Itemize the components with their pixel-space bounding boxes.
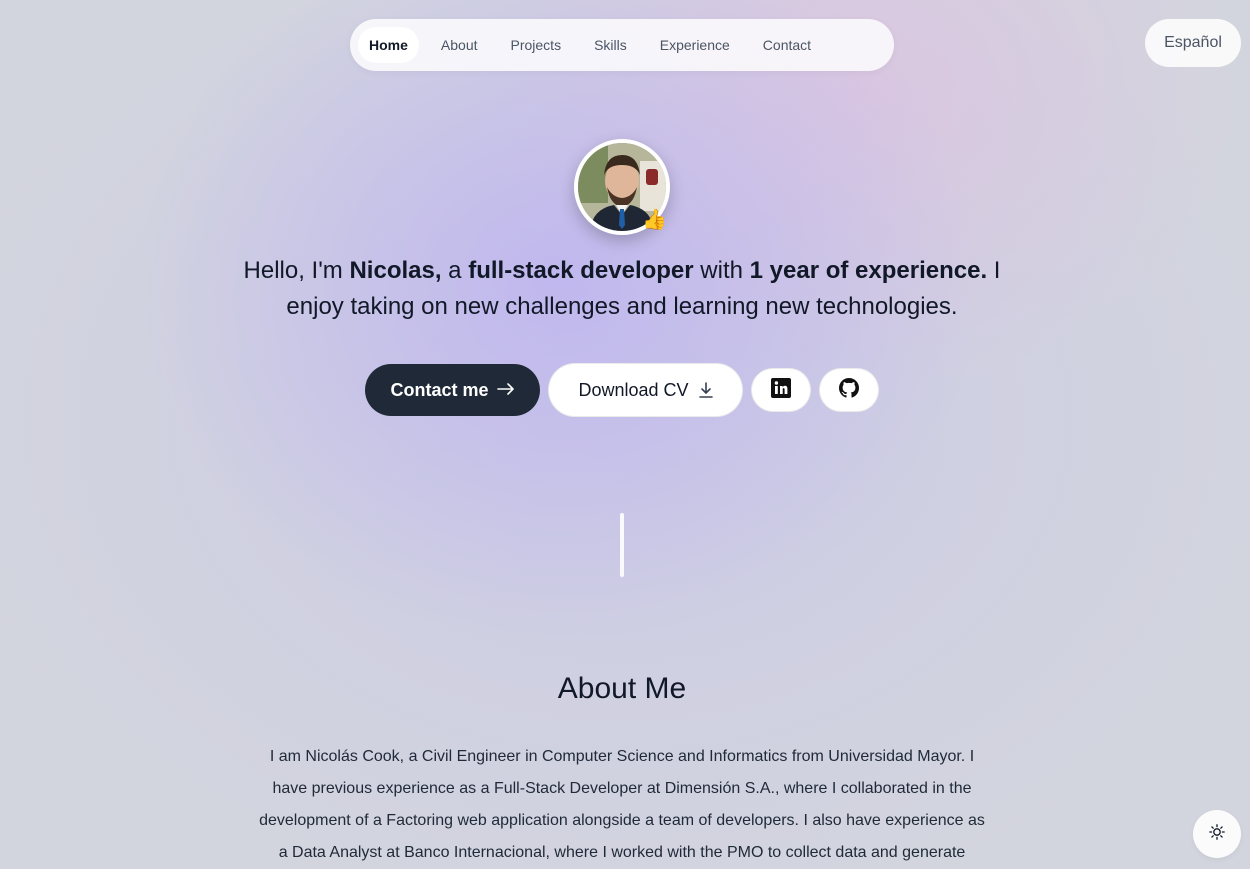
github-icon: [839, 377, 859, 403]
intro-mid-2: with: [693, 257, 750, 284]
hero-role: full-stack developer: [468, 257, 694, 284]
download-cv-button[interactable]: Download CV: [548, 363, 743, 417]
contact-me-label: Contact me: [390, 379, 489, 400]
about-section-title: About Me: [557, 672, 687, 705]
contact-me-button[interactable]: Contact me: [365, 364, 540, 416]
arrow-right-icon: [496, 380, 515, 401]
intro-prefix: Hello, I'm: [243, 257, 350, 284]
intro-mid-1: a: [441, 257, 469, 284]
language-toggle-button[interactable]: Español: [1145, 19, 1241, 67]
github-button[interactable]: [819, 368, 879, 412]
download-icon: [698, 382, 713, 398]
nav-item-skills[interactable]: Skills: [583, 27, 638, 63]
linkedin-icon: [771, 377, 791, 403]
linkedin-button[interactable]: [751, 368, 811, 412]
theme-toggle-button[interactable]: [1193, 810, 1241, 858]
sun-icon: [1209, 823, 1225, 845]
hero-name: Nicolas,: [349, 257, 442, 284]
thumbs-up-emoji-icon: 👍: [642, 207, 667, 231]
nav-item-contact[interactable]: Contact: [752, 27, 822, 63]
download-cv-label: Download CV: [578, 379, 689, 400]
hero-experience: 1 year of experience.: [749, 257, 988, 284]
nav-item-about[interactable]: About: [430, 27, 489, 63]
nav-item-experience[interactable]: Experience: [649, 27, 741, 63]
nav-item-projects[interactable]: Projects: [500, 27, 573, 63]
main-nav: Home About Projects Skills Experience Co…: [350, 19, 894, 71]
nav-item-home[interactable]: Home: [358, 27, 419, 63]
hero-headline: Hello, I'm Nicolas, a full-stack develop…: [225, 253, 1019, 325]
about-section-text: I am Nicolás Cook, a Civil Engineer in C…: [259, 748, 985, 861]
scroll-divider: [620, 513, 624, 577]
